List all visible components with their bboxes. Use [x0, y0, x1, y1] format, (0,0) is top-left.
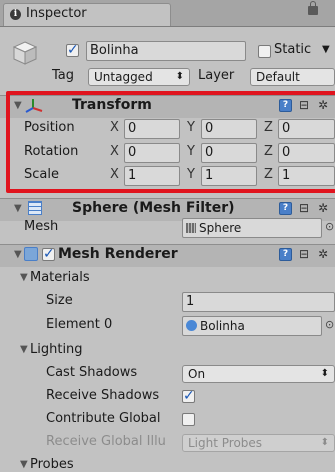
materials-label[interactable]: Materials: [30, 270, 90, 285]
object-picker-icon[interactable]: ⊙: [325, 220, 334, 233]
chevron-down-icon: ⬍: [320, 368, 329, 379]
transform-highlight-box: [6, 91, 335, 193]
receive-gi-value: Light Probes: [188, 436, 263, 450]
probes-label[interactable]: Probes: [30, 457, 74, 472]
receive-shadows-checkbox[interactable]: ✓: [182, 388, 195, 404]
lighting-label[interactable]: Lighting: [30, 342, 83, 357]
receive-gi-label: Receive Global Illu: [46, 434, 166, 449]
element0-field[interactable]: Bolinha: [182, 316, 322, 336]
mesh-label: Mesh: [24, 219, 59, 234]
static-checkbox[interactable]: [258, 45, 271, 58]
check-icon: ✓: [67, 42, 79, 58]
mesh-renderer-title: Mesh Renderer: [58, 246, 178, 262]
object-picker-icon[interactable]: ⊙: [325, 318, 334, 331]
preset-sliders-icon[interactable]: ⊟: [299, 248, 309, 261]
tag-value: Untagged: [94, 70, 153, 84]
info-icon: i: [10, 9, 21, 20]
tag-label: Tag: [52, 68, 75, 83]
preset-sliders-icon[interactable]: ⊟: [299, 202, 309, 215]
tag-dropdown[interactable]: Untagged ⬍: [88, 68, 190, 86]
cast-shadows-value: On: [188, 367, 206, 381]
foldout-arrow-icon[interactable]: ▼: [14, 249, 22, 260]
gear-icon[interactable]: ✲: [318, 248, 328, 261]
check-icon: ✓: [43, 246, 55, 262]
mesh-renderer-icon: [24, 247, 38, 261]
layer-dropdown[interactable]: Default: [250, 68, 335, 86]
material-sphere-icon: [186, 320, 197, 331]
mesh-icon: [186, 223, 196, 233]
mesh-value: Sphere: [199, 221, 242, 235]
cast-shadows-dropdown[interactable]: On ⬍: [182, 365, 335, 383]
lock-icon[interactable]: [308, 1, 318, 15]
foldout-arrow-icon[interactable]: ▼: [14, 203, 22, 214]
active-checkbox[interactable]: ✓: [66, 42, 79, 58]
gear-icon[interactable]: ✲: [318, 202, 328, 215]
element0-label: Element 0: [46, 317, 113, 332]
help-book-icon[interactable]: ?: [279, 202, 292, 215]
cast-shadows-label: Cast Shadows: [46, 365, 138, 380]
help-book-icon[interactable]: ?: [279, 248, 292, 261]
receive-shadows-label: Receive Shadows: [46, 388, 160, 403]
foldout-arrow-icon[interactable]: ▼: [20, 344, 28, 355]
contribute-gi-label: Contribute Global: [46, 411, 161, 426]
size-field[interactable]: 1: [182, 292, 335, 312]
size-label: Size: [46, 293, 73, 308]
layer-label: Layer: [198, 68, 235, 83]
mesh-filter-title: Sphere (Mesh Filter): [72, 200, 235, 216]
contribute-gi-checkbox[interactable]: [182, 413, 195, 426]
receive-gi-dropdown[interactable]: Light Probes ⬍: [182, 434, 335, 452]
static-label: Static: [274, 42, 312, 57]
check-icon: ✓: [183, 388, 195, 404]
foldout-arrow-icon[interactable]: ▼: [20, 272, 28, 283]
mesh-field[interactable]: Sphere: [182, 218, 322, 238]
mesh-filter-icon: [28, 201, 42, 215]
foldout-arrow-icon[interactable]: ▼: [20, 459, 28, 470]
layer-value: Default: [256, 70, 300, 84]
cube-icon: [12, 41, 38, 65]
chevron-down-icon: ⬍: [175, 71, 184, 82]
tab-inspector[interactable]: i Inspector: [3, 3, 171, 26]
mesh-renderer-enabled-checkbox[interactable]: ✓: [42, 246, 55, 262]
object-name-field[interactable]: Bolinha: [86, 41, 246, 61]
static-dropdown-arrow-icon[interactable]: ▼: [322, 44, 330, 55]
chevron-down-icon: ⬍: [320, 437, 329, 448]
tab-inspector-label: Inspector: [26, 6, 87, 21]
element0-value: Bolinha: [200, 319, 245, 333]
